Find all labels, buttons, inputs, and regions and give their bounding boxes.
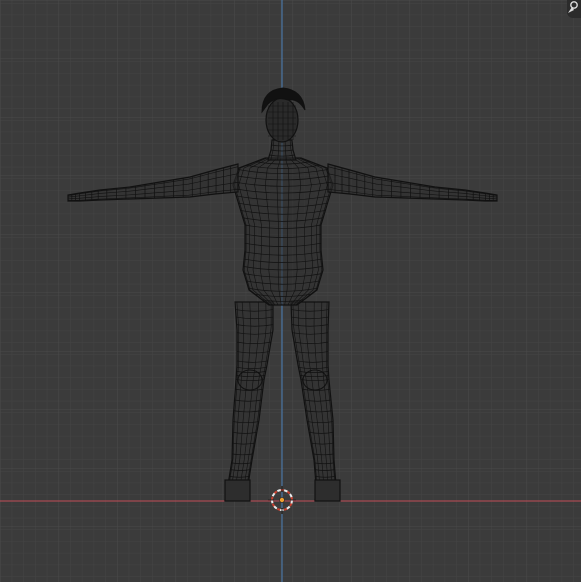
view-navigation-icon (568, 1, 578, 13)
torso-mesh (232, 157, 334, 306)
head-mesh (265, 97, 299, 143)
viewport-canvas[interactable] (0, 0, 581, 582)
left-foot-mesh (224, 479, 251, 502)
object-origin-icon (279, 497, 285, 503)
neck-mesh (267, 139, 297, 161)
3d-viewport[interactable] (0, 0, 581, 582)
view-navigation-button[interactable] (567, 0, 581, 18)
right-foot-mesh (314, 479, 341, 502)
